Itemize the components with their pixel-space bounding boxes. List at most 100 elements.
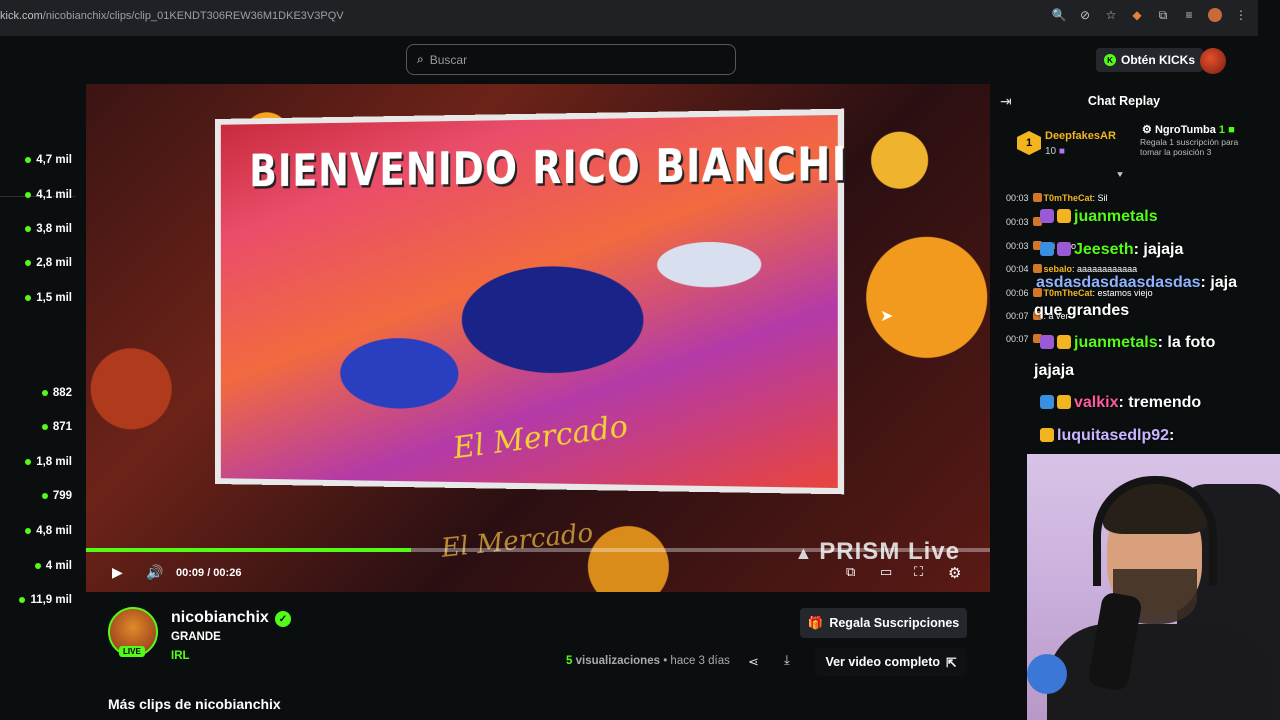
video-frame-screen: BIENVENIDO RICO BIANCHI El Mercado	[215, 108, 848, 495]
theater-icon[interactable]: ▭	[880, 564, 892, 580]
blue-ball	[1027, 654, 1067, 694]
browser-toolbar: kick.com/nicobianchix/clips/clip_01KENDT…	[0, 0, 1258, 36]
profile-icon[interactable]	[1208, 8, 1222, 22]
message-text: : Sil	[1092, 193, 1108, 203]
zoom-icon[interactable]: 🔍	[1052, 8, 1067, 22]
time-display: 00:09 / 00:26	[176, 567, 242, 579]
address-bar[interactable]: kick.com/nicobianchix/clips/clip_01KENDT…	[0, 10, 344, 22]
leader-username[interactable]: DeepfakesAR	[1045, 130, 1116, 142]
gift-description: Regala 1 suscripción para tomar la posic…	[1140, 137, 1239, 157]
message-time: 00:06	[1006, 288, 1029, 298]
message-username[interactable]: luquitasedlp92	[1057, 427, 1169, 444]
video-progress-bar[interactable]	[86, 548, 990, 552]
message-text: : jaja	[1200, 274, 1238, 291]
chat-title: Chat Replay	[1087, 94, 1161, 108]
message-username[interactable]: juanmetals	[1074, 208, 1158, 225]
sidebar-channel-item[interactable]: 799	[41, 490, 72, 502]
get-kicks-button[interactable]: K Obtén KICKs	[1096, 48, 1204, 72]
message-username[interactable]: asdasdasdaasdasdas	[1036, 274, 1201, 291]
puzzle-icon[interactable]: ⧉	[1156, 8, 1170, 22]
user-avatar[interactable]	[1200, 48, 1226, 74]
video-player[interactable]: BIENVENIDO RICO BIANCHI El Mercado El Me…	[86, 84, 990, 592]
live-dot-icon	[25, 260, 32, 266]
full-video-button[interactable]: Ver video completo ⇱	[815, 648, 967, 676]
chat-message-zoomed: que grandes	[1034, 302, 1129, 320]
channel-name[interactable]: nicobianchix	[171, 609, 269, 627]
chat-message-zoomed: asdasdasdaasdasdas: jaja	[1036, 274, 1237, 292]
badge-icon	[1040, 242, 1054, 256]
badge-icon	[1057, 335, 1071, 349]
leader-count: 10 ■	[1045, 146, 1065, 157]
star-icon[interactable]: ☆	[1104, 8, 1118, 22]
bar-sign: El Mercado	[439, 518, 595, 564]
badge-icon	[1040, 209, 1054, 223]
badge-icon	[1057, 395, 1071, 409]
viewer-count: 1,5 mil	[36, 292, 72, 304]
live-dot-icon	[34, 563, 41, 569]
message-username[interactable]: Jeeseth	[1074, 241, 1134, 258]
media-icon[interactable]: ≡	[1182, 8, 1196, 22]
viewer-count: 799	[52, 490, 72, 502]
sidebar-channel-item[interactable]: 3,8 mil	[25, 223, 72, 235]
rank-badge: 1	[1017, 131, 1041, 155]
viewer-count: 4,1 mil	[36, 189, 72, 201]
gifter-username[interactable]: NgroTumba	[1155, 124, 1216, 136]
gifter-row: ⚙ NgroTumba 1 ■	[1142, 123, 1235, 136]
search-input[interactable]	[429, 52, 710, 67]
viewer-count: 871	[52, 421, 72, 433]
message-username[interactable]: valkix	[1074, 394, 1118, 411]
sub-icon: ■	[1058, 146, 1065, 157]
sidebar-channel-item[interactable]: 871	[41, 421, 72, 433]
miniplayer-icon[interactable]: ⧉	[846, 564, 855, 580]
chat-message: 00:07	[1006, 334, 1044, 344]
live-dot-icon	[19, 597, 26, 603]
volume-icon[interactable]: 🔊	[146, 564, 163, 581]
gift-subs-button[interactable]: 🎁 Regala Suscripciones	[800, 608, 967, 638]
progress-fill	[86, 548, 412, 552]
play-icon[interactable]: ▶	[112, 564, 123, 581]
sidebar-channel-item[interactable]: 4,8 mil	[25, 525, 72, 537]
viewer-count: 4 mil	[45, 560, 72, 572]
menu-icon[interactable]: ⋮	[1234, 8, 1248, 22]
expand-chevron-icon[interactable]: ⯆	[1116, 170, 1124, 181]
message-username[interactable]: sebalo	[1044, 264, 1073, 274]
message-username[interactable]: juanmetals	[1074, 334, 1158, 351]
sidebar-channel-item[interactable]: 4,7 mil	[25, 154, 72, 166]
screen-sign: El Mercado	[451, 408, 631, 467]
fullscreen-icon[interactable]: ⛶	[914, 564, 923, 580]
extension-icon[interactable]: ◆	[1130, 8, 1144, 22]
message-text: : tremendo	[1118, 394, 1202, 411]
sidebar-channel-item[interactable]: 2,8 mil	[25, 257, 72, 269]
sidebar-channel-item[interactable]: 882	[41, 387, 72, 399]
sidebar-channel-item[interactable]: 11,9 mil	[19, 594, 72, 606]
message-time: 00:03	[1006, 193, 1029, 203]
chat-message: 00:03	[1006, 217, 1044, 227]
message-username[interactable]: T0mTheCat	[1044, 193, 1093, 203]
chat-message-zoomed: jajaja	[1034, 362, 1074, 380]
sidebar-channel-item[interactable]: 4 mil	[34, 560, 72, 572]
get-kicks-label: Obtén KICKs	[1121, 53, 1196, 67]
live-dot-icon	[25, 295, 32, 301]
download-icon[interactable]: ⤓	[784, 652, 790, 668]
video-controls: ▶ 🔊 00:09 / 00:26 ⧉ ▭ ⛶ ⚙	[86, 562, 990, 588]
viewer-count: 4,7 mil	[36, 154, 72, 166]
left-sidebar: 4,7 mil 4,1 mil 3,8 mil 2,8 mil 1,5 mil 882 87…	[0, 84, 78, 720]
posted-time: hace 3 días	[670, 655, 730, 667]
sidebar-channel-item[interactable]: 1,5 mil	[25, 292, 72, 304]
badge-icon	[1040, 428, 1054, 442]
live-dot-icon	[41, 424, 48, 430]
eye-off-icon[interactable]: ⊘	[1078, 8, 1092, 22]
share-icon[interactable]: ⋖	[748, 654, 759, 670]
sidebar-channel-item[interactable]: 4,1 mil	[25, 189, 72, 201]
message-text: jajaja	[1034, 362, 1075, 379]
clip-stats: 5 visualizaciones • hace 3 días	[566, 655, 730, 667]
live-dot-icon	[25, 157, 32, 163]
sidebar-channel-item[interactable]: 1,8 mil	[25, 456, 72, 468]
viewer-count: 4,8 mil	[36, 525, 72, 537]
search-box[interactable]: ⌕	[406, 44, 736, 75]
category-link[interactable]: IRL	[171, 650, 190, 662]
message-text: : la foto	[1157, 334, 1216, 351]
badge-icon	[1040, 395, 1054, 409]
settings-icon[interactable]: ⚙	[948, 564, 961, 582]
prism-logo-icon: ▲	[794, 543, 814, 563]
